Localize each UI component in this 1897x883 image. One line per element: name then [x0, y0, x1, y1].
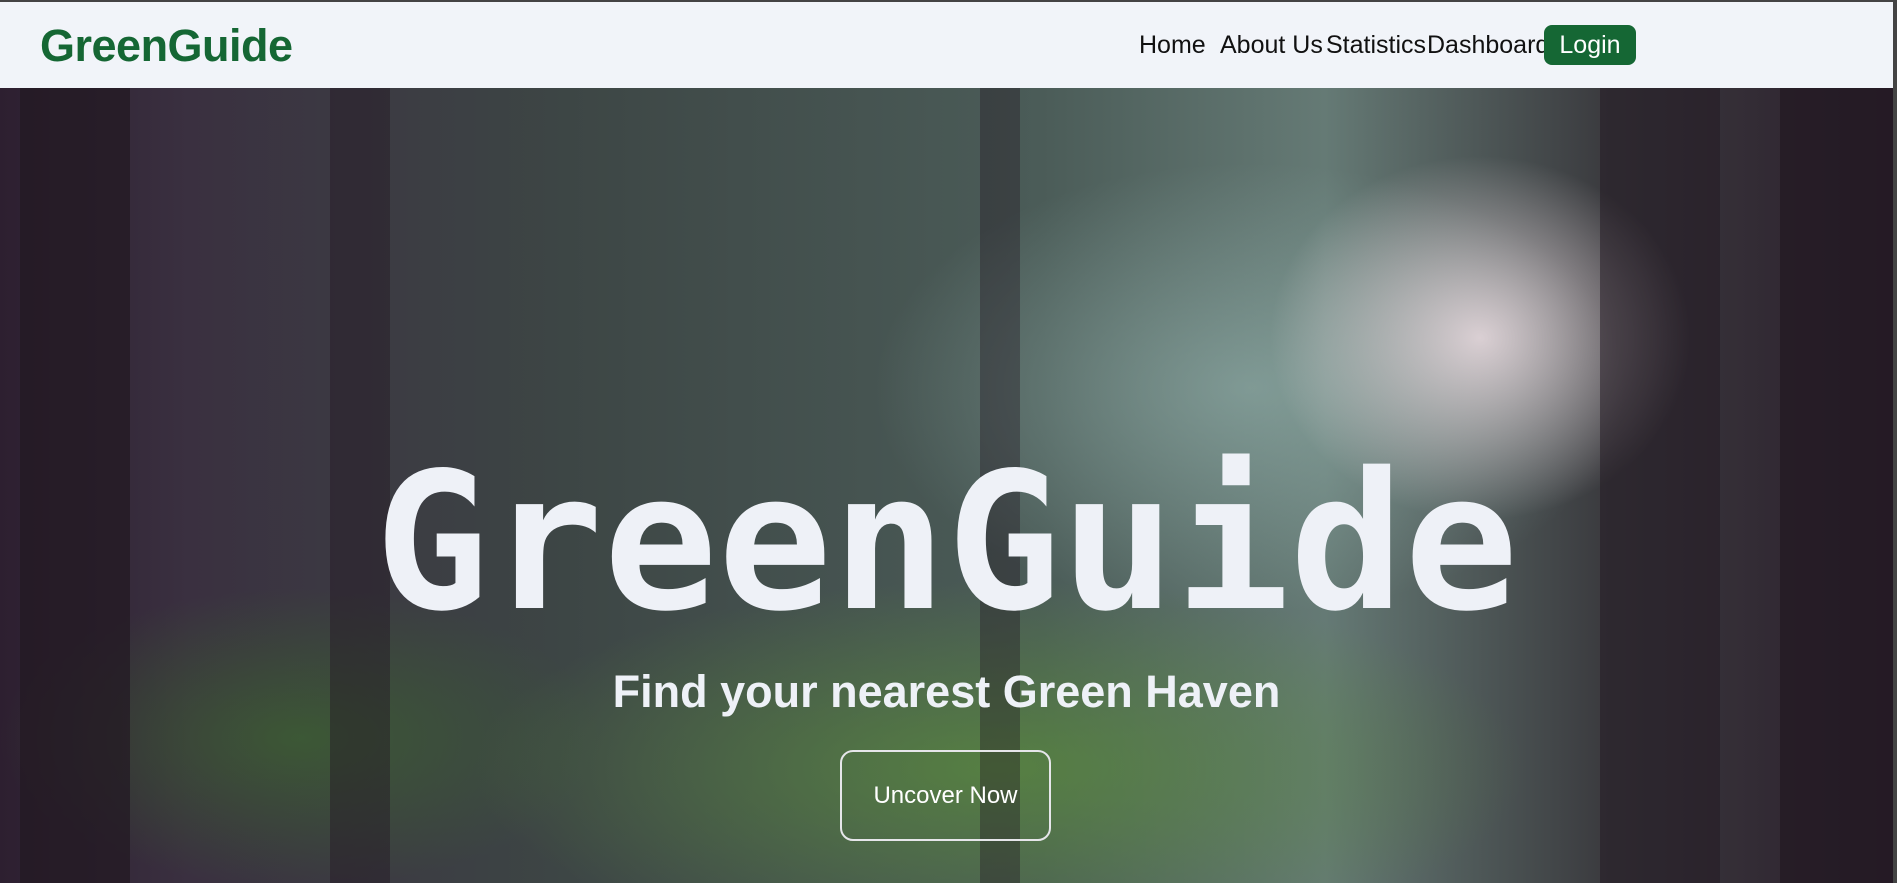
- navbar: GreenGuide Home About Us Statistics Dash…: [0, 2, 1893, 88]
- hero-subtitle: Find your nearest Green Haven: [612, 666, 1281, 717]
- uncover-now-button[interactable]: Uncover Now: [840, 750, 1051, 841]
- hero-section: GreenGuide Find your nearest Green Haven…: [0, 88, 1893, 883]
- hero-title: GreenGuide: [374, 432, 1519, 653]
- nav-link-statistics[interactable]: Statistics: [1326, 31, 1426, 60]
- brand-logo[interactable]: GreenGuide: [40, 20, 293, 72]
- nav-link-about-us[interactable]: About Us: [1220, 31, 1323, 60]
- nav-link-home[interactable]: Home: [1139, 31, 1206, 60]
- page: GreenGuide Home About Us Statistics Dash…: [0, 2, 1893, 883]
- login-button[interactable]: Login: [1544, 25, 1636, 65]
- nav-link-dashboard[interactable]: Dashboard: [1427, 31, 1549, 60]
